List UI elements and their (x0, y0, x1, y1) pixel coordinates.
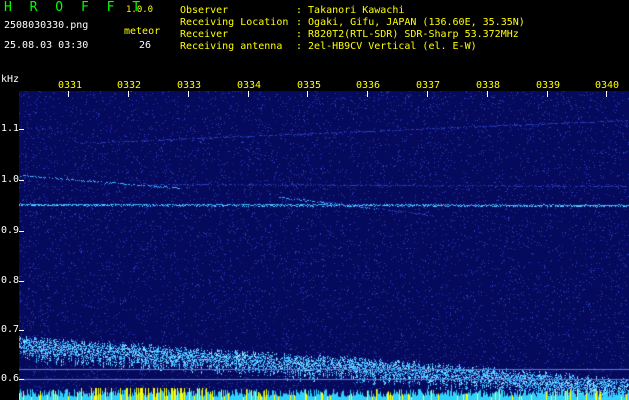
freq-label-1-1: 1.1 (1, 123, 20, 134)
datetime-label: 25.08.03 03:30 (4, 40, 89, 51)
freq-label-0-7: 0.7 (1, 324, 20, 335)
app-version: 1.0.0 (126, 5, 154, 15)
time-tick (248, 91, 249, 97)
location-label: Receiving Location (180, 17, 289, 28)
header-panel: H R O F F T 1.0.0 2508030330.png meteor … (0, 0, 629, 72)
spectrogram-canvas (19, 91, 629, 400)
freq-tick (19, 330, 24, 331)
freq-label-0-6: 0.6 (1, 373, 20, 384)
freq-axis-strip (0, 91, 19, 400)
time-tick (487, 91, 488, 97)
time-tick (128, 91, 129, 97)
filename-label: 2508030330.png (4, 20, 89, 31)
time-tick (367, 91, 368, 97)
freq-tick (19, 281, 24, 282)
time-tick (188, 91, 189, 97)
time-tick (547, 91, 548, 97)
freq-tick (19, 379, 24, 380)
freq-label-0-9: 0.9 (1, 225, 20, 236)
meteor-count: 26 (139, 40, 152, 51)
freq-tick (19, 180, 24, 181)
location-value: : Ogaki, Gifu, JAPAN (136.60E, 35.35N) (296, 17, 525, 28)
time-tick (427, 91, 428, 97)
time-tick (68, 91, 69, 97)
app-title: H R O F F T (4, 0, 146, 15)
receiver-label: Receiver (180, 29, 229, 40)
antenna-value: : 2el-HB9CV Vertical (el. E-W) (296, 41, 477, 52)
freq-tick (19, 129, 24, 130)
freq-tick (19, 231, 24, 232)
meteor-label: meteor (124, 26, 161, 37)
spectrogram-plot (19, 91, 629, 400)
freq-label-0-8: 0.8 (1, 275, 20, 286)
observer-label: Observer (180, 5, 229, 16)
observer-value: : Takanori Kawachi (296, 5, 405, 16)
time-tick (307, 91, 308, 97)
freq-label-1-0: 1.0 (1, 174, 20, 185)
antenna-label: Receiving antenna (180, 41, 283, 52)
time-tick (606, 91, 607, 97)
freq-unit-label: kHz (1, 74, 20, 85)
receiver-value: : R820T2(RTL-SDR) SDR-Sharp 53.372MHz (296, 29, 519, 40)
